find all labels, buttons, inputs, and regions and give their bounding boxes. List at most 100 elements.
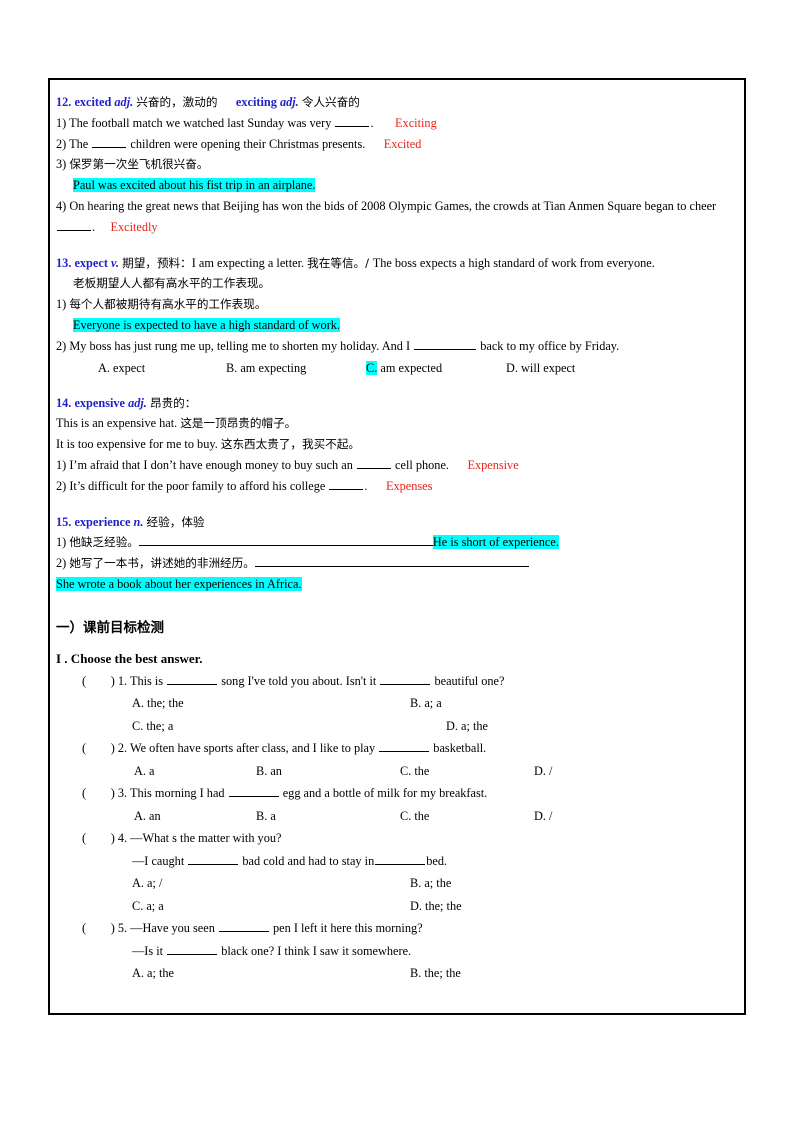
stem-part-b: basketball. [430, 741, 487, 756]
item-answer: Excited [383, 136, 422, 151]
entry-13-pos: v. [111, 255, 120, 270]
option-c[interactable]: C. the [400, 760, 429, 783]
answer-bracket[interactable]: ( ) [82, 674, 118, 688]
answer-blank[interactable] [57, 219, 91, 231]
option-c[interactable]: C. a; a [132, 895, 164, 918]
highlighted-answer: Paul was excited about his fist trip in … [73, 178, 316, 193]
option-d[interactable]: D. / [534, 805, 552, 828]
stem-line2-b: bad cold and had to stay in [239, 853, 375, 868]
option-b[interactable]: B. the; the [410, 962, 461, 985]
entry-15-number: 15. [56, 514, 72, 529]
question-3-options: A. an B. a C. the D. / [82, 805, 738, 828]
entry-13-gloss: 期望，预料： [122, 255, 192, 270]
stem-part-a: —What s the matter with you? [130, 831, 282, 846]
option-b[interactable]: B. a; a [410, 692, 442, 715]
item-text-before: The [69, 136, 92, 151]
answer-blank[interactable] [167, 673, 218, 685]
entry-14-pos: adj. [128, 395, 147, 410]
answer-bracket[interactable]: ( ) [82, 921, 118, 935]
answer-blank[interactable] [414, 338, 477, 350]
entry-12-word2: exciting [235, 95, 277, 109]
answer-blank[interactable] [329, 478, 364, 490]
item-answer: Expensive [467, 457, 519, 472]
option-b[interactable]: B. a; the [410, 872, 451, 895]
example-cn: 这东西太贵了，我买不起。 [220, 437, 360, 452]
answer-blank[interactable] [167, 943, 218, 955]
question-5-stem-line2: —Is it black one? I think I saw it somew… [82, 940, 738, 963]
option-a[interactable]: A. a [134, 760, 155, 783]
question-number: 3. [117, 786, 128, 801]
option-b[interactable]: B. a [256, 805, 276, 828]
example-en: It is too expensive for me to buy. [56, 437, 218, 452]
option-a[interactable]: A. expect [98, 357, 145, 380]
item-text-after: back to my office by Friday. [477, 338, 620, 353]
item-text-before: I’m afraid that I don’t have enough mone… [69, 457, 356, 472]
section-title: 一）课前目标检测 [56, 619, 164, 636]
option-b[interactable]: B. am expecting [226, 357, 306, 380]
answer-blank[interactable] [92, 136, 127, 148]
option-c[interactable]: C. am expected [366, 357, 442, 380]
question-3: ( ) 3. This morning I had egg and a bott… [56, 782, 738, 827]
stem-line2-b: black one? I think I saw it somewhere. [218, 943, 412, 958]
part-title: I . Choose the best answer. [56, 650, 203, 666]
item-text-after: . [364, 478, 368, 493]
answer-blank[interactable] [218, 920, 269, 933]
question-5: ( ) 5. —Have you seen pen I left it here… [56, 917, 738, 985]
answer-blank[interactable] [228, 785, 279, 798]
entry-15-heading: 15. experience n. 经验，体验 [56, 512, 738, 533]
option-d[interactable]: D. the; the [410, 895, 462, 918]
entry-13-heading: 13. expect v. 期望，预料：I am expecting a let… [56, 253, 738, 274]
entry-12-heading: 12. excited adj. 兴奋的，激动的 exciting adj. 令… [56, 92, 738, 113]
answer-rule[interactable] [254, 555, 529, 568]
option-a[interactable]: A. an [134, 805, 161, 828]
option-a[interactable]: A. a; the [132, 962, 174, 985]
item-marker: 2) [56, 556, 67, 571]
answer-blank[interactable] [335, 115, 370, 127]
answer-blank[interactable] [188, 853, 239, 865]
question-1-stem: ( ) 1. This is song I've told you about.… [82, 670, 738, 693]
question-number: 5. [117, 921, 128, 936]
option-c-prefix: C. [366, 360, 378, 375]
option-d[interactable]: D. will expect [506, 357, 575, 380]
item-answer: Expenses [385, 478, 433, 493]
answer-blank[interactable] [379, 740, 430, 753]
option-c[interactable]: C. the [400, 805, 429, 828]
answer-bracket[interactable]: ( ) [82, 786, 118, 800]
question-number: 1. [117, 673, 128, 688]
answer-blank[interactable] [375, 853, 426, 865]
option-b[interactable]: B. an [256, 760, 282, 783]
option-d[interactable]: D. / [534, 760, 552, 783]
entry-15-item-2: 2) 她写了一本书，讲述她的非洲经历。 [56, 553, 738, 574]
entry-13-example-cn1: 我在等信。/ [307, 255, 373, 270]
entry-14-number: 14. [56, 395, 72, 410]
option-a[interactable]: A. a; / [132, 872, 162, 895]
answer-blank[interactable] [380, 673, 431, 685]
highlighted-answer: Everyone is expected to have a high stan… [73, 317, 341, 332]
entry-14-example-1: This is an expensive hat. 这是一顶昂贵的帽子。 [56, 413, 738, 434]
question-1-options-row-1: A. the; the B. a; a [82, 692, 738, 715]
answer-bracket[interactable]: ( ) [82, 831, 118, 845]
option-d[interactable]: D. a; the [446, 715, 488, 738]
entry-12-word: excited [74, 95, 112, 109]
answer-bracket[interactable]: ( ) [82, 741, 118, 755]
answer-blank[interactable] [356, 457, 391, 469]
question-4-stem-line2: —I caught bad cold and had to stay in bed… [82, 850, 738, 873]
item-marker: 1) [56, 535, 67, 550]
question-1: ( ) 1. This is song I've told you about.… [56, 670, 738, 738]
answer-rule[interactable] [138, 534, 433, 547]
question-2: ( ) 2. We often have sports after class,… [56, 737, 738, 782]
option-a[interactable]: A. the; the [132, 692, 184, 715]
question-number: 4. [117, 831, 128, 846]
item-prompt-cn: 她写了一本书，讲述她的非洲经历。 [69, 556, 255, 571]
entry-12-item-3: 3) 保罗第一次坐飞机很兴奋。 [56, 154, 738, 175]
example-cn: 这是一顶昂贵的帽子。 [180, 416, 297, 431]
entry-13-number: 13. [56, 255, 72, 270]
item-text-before: My boss has just rung me up, telling me … [69, 338, 414, 353]
entry-12-gloss2: 令人兴奋的 [301, 95, 360, 109]
item-marker: 3) [56, 157, 67, 172]
entry-12-item-4: 4) On hearing the great news that Beijin… [56, 196, 738, 238]
option-c[interactable]: C. the; a [132, 715, 173, 738]
question-2-options: A. a B. an C. the D. / [82, 760, 738, 783]
